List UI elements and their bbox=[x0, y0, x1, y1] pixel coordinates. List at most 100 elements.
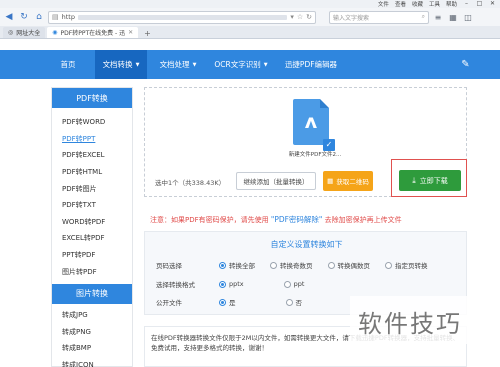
refresh-icon[interactable]: ↻ bbox=[18, 11, 30, 23]
sidebar-item-to-jpg[interactable]: 转成JPG bbox=[62, 307, 132, 324]
setting-row-pages: 页码选择 转换全部 转换奇数页 转换偶数页 指定页转换 bbox=[156, 258, 443, 272]
sidebar-item-ppt-pdf[interactable]: PPT转PDF bbox=[62, 247, 132, 264]
radio-icon[interactable] bbox=[385, 261, 392, 269]
tab-pdf-ppt[interactable]: ◉ PDF转PPT在线免费 - 迅 ✕ bbox=[47, 27, 139, 38]
close-tab-icon[interactable]: ✕ bbox=[128, 29, 133, 36]
download-label: 立即下载 bbox=[419, 176, 448, 185]
nav-label: 首页 bbox=[60, 60, 76, 69]
file-name: 新建文件PDF文件2... bbox=[288, 152, 342, 158]
url-bar[interactable]: ▤ http ▾ ☆ ↻ bbox=[48, 10, 316, 24]
nav-label: 迅捷PDF编辑器 bbox=[284, 60, 338, 69]
setting-label: 选择转换格式 bbox=[156, 281, 195, 289]
site-nav: 首页 文档转换 ▼ 文档处理 ▼ OCR文字识别 ▼ 迅捷PDF编辑器 ✎ bbox=[0, 50, 500, 79]
option-pptx[interactable]: pptx bbox=[219, 280, 244, 288]
option-specific-pages[interactable]: 指定页转换 bbox=[385, 260, 428, 270]
setting-label: 页码选择 bbox=[156, 262, 182, 270]
sidebar-item-excel-pdf[interactable]: EXCEL转PDF bbox=[62, 230, 132, 247]
caret-down-icon: ▼ bbox=[192, 61, 197, 68]
option-all-pages[interactable]: 转换全部 bbox=[219, 260, 255, 270]
apps-icon[interactable]: ◫ bbox=[462, 13, 474, 22]
sidebar-list: 转成JPG 转成PNG 转成BMP 转成ICON bbox=[52, 307, 132, 367]
option-label: ppt bbox=[293, 280, 305, 288]
get-qrcode-button[interactable]: ▦ 获取二维码 bbox=[323, 171, 373, 191]
globe-icon: ◎ bbox=[8, 29, 14, 36]
sidebar-item-to-icon[interactable]: 转成ICON bbox=[62, 357, 132, 367]
url-text-blurred bbox=[77, 14, 288, 20]
sidebar-item-pdf-html[interactable]: PDF转HTML bbox=[62, 164, 132, 181]
edit-icon[interactable]: ✎ bbox=[459, 58, 472, 71]
menu-file[interactable]: 文件 bbox=[378, 0, 389, 8]
nav-label: 文档转换 bbox=[102, 60, 133, 69]
pdf-password-remove-link[interactable]: "PDF密码解除" bbox=[271, 215, 323, 224]
option-public-yes[interactable]: 是 bbox=[219, 297, 236, 307]
radio-icon[interactable] bbox=[219, 298, 226, 306]
browser-titlebar: 文件 查看 收藏 工具 帮助 – □ ✕ bbox=[0, 0, 500, 8]
sidebar-item-pdf-word[interactable]: PDF转WORD bbox=[62, 114, 132, 131]
radio-icon[interactable] bbox=[285, 298, 293, 306]
option-odd-pages[interactable]: 转换奇数页 bbox=[270, 260, 313, 270]
search-icon[interactable]: ⌕ bbox=[422, 13, 425, 21]
maximize-icon[interactable]: □ bbox=[476, 1, 483, 7]
nav-doc-process[interactable]: 文档处理 ▼ bbox=[152, 50, 204, 79]
qrcode-icon: ▦ bbox=[327, 177, 334, 185]
nav-doc-convert[interactable]: 文档转换 ▼ bbox=[95, 50, 147, 79]
download-button[interactable]: ⤓ 立即下载 bbox=[399, 170, 461, 191]
settings-title: 自定义设置转换如下 bbox=[270, 240, 343, 249]
menu-tools[interactable]: 工具 bbox=[429, 0, 440, 8]
nav-label: 文档处理 bbox=[159, 60, 190, 69]
selected-info: 选中1个（共338.43K） bbox=[155, 179, 226, 187]
option-even-pages[interactable]: 转换偶数页 bbox=[327, 260, 370, 270]
reload-icon[interactable]: ↻ bbox=[306, 13, 312, 21]
watermark-text: 软件技巧 bbox=[358, 310, 462, 338]
grid-icon[interactable]: ▦ bbox=[447, 13, 459, 22]
caret-down-icon: ▼ bbox=[263, 61, 268, 68]
page-fold bbox=[320, 99, 329, 108]
radio-icon[interactable] bbox=[219, 261, 226, 269]
address-row: ◀ ↻ ⌂ ▤ http ▾ ☆ ↻ 输入文字搜索 ⌕ ≡ ▦ ◫ bbox=[0, 8, 500, 26]
setting-label: 公开文件 bbox=[156, 299, 182, 307]
sidebar-item-to-bmp[interactable]: 转成BMP bbox=[62, 340, 132, 357]
radio-icon[interactable] bbox=[219, 280, 226, 288]
option-label: 否 bbox=[295, 299, 303, 307]
page-icon: ▤ bbox=[52, 13, 59, 21]
tab-nav[interactable]: ◎ 网址大全 bbox=[3, 27, 46, 38]
menu-help[interactable]: 帮助 bbox=[446, 0, 457, 8]
sidebar-item-pdf-ppt[interactable]: PDF转PPT bbox=[62, 131, 132, 148]
back-icon[interactable]: ◀ bbox=[3, 11, 15, 23]
close-icon[interactable]: ✕ bbox=[489, 1, 496, 7]
sidebar-item-pdf-excel[interactable]: PDF转EXCEL bbox=[62, 147, 132, 164]
search-placeholder: 输入文字搜索 bbox=[333, 14, 370, 22]
option-public-no[interactable]: 否 bbox=[285, 297, 303, 307]
star-icon[interactable]: ☆ bbox=[297, 13, 303, 21]
option-label: 转换奇数页 bbox=[280, 262, 313, 270]
tab-label: PDF转PPT在线免费 - 迅 bbox=[60, 30, 126, 37]
dropdown-icon[interactable]: ▾ bbox=[290, 13, 294, 21]
radio-icon[interactable] bbox=[283, 280, 291, 288]
sidebar-item-pdf-txt[interactable]: PDF转TXT bbox=[62, 197, 132, 214]
tab-bar: ◎ 网址大全 ◉ PDF转PPT在线免费 - 迅 ✕ + bbox=[0, 26, 500, 39]
sidebar-list: PDF转WORD PDF转PPT PDF转EXCEL PDF转HTML PDF转… bbox=[52, 108, 132, 280]
sidebar: PDF转换 PDF转WORD PDF转PPT PDF转EXCEL PDF转HTM… bbox=[51, 87, 133, 367]
search-box[interactable]: 输入文字搜索 ⌕ bbox=[329, 10, 429, 24]
new-tab-icon[interactable]: + bbox=[140, 29, 155, 38]
sidebar-item-image-pdf[interactable]: 图片转PDF bbox=[62, 263, 132, 280]
radio-icon[interactable] bbox=[270, 261, 277, 269]
sidebar-item-pdf-image[interactable]: PDF转图片 bbox=[62, 180, 132, 197]
home-icon[interactable]: ⌂ bbox=[33, 11, 45, 23]
option-label: pptx bbox=[229, 280, 244, 288]
option-label: 转换全部 bbox=[229, 262, 255, 270]
nav-pdf-editor[interactable]: 迅捷PDF编辑器 bbox=[280, 50, 342, 79]
menu-view[interactable]: 查看 bbox=[395, 0, 406, 8]
nav-home[interactable]: 首页 bbox=[47, 50, 89, 79]
setting-row-public: 公开文件 是 否 bbox=[156, 295, 317, 309]
option-ppt[interactable]: ppt bbox=[283, 280, 305, 288]
menu-icon[interactable]: ≡ bbox=[432, 13, 444, 22]
menu-favorites[interactable]: 收藏 bbox=[412, 0, 423, 8]
sidebar-item-to-png[interactable]: 转成PNG bbox=[62, 324, 132, 341]
nav-ocr[interactable]: OCR文字识别 ▼ bbox=[207, 50, 275, 79]
minimize-icon[interactable]: – bbox=[463, 1, 470, 7]
sidebar-item-word-pdf[interactable]: WORD转PDF bbox=[62, 214, 132, 231]
nav-label: OCR文字识别 bbox=[214, 60, 261, 69]
add-more-button[interactable]: 继续添加（批量转换） bbox=[236, 172, 316, 190]
radio-icon[interactable] bbox=[327, 261, 335, 269]
